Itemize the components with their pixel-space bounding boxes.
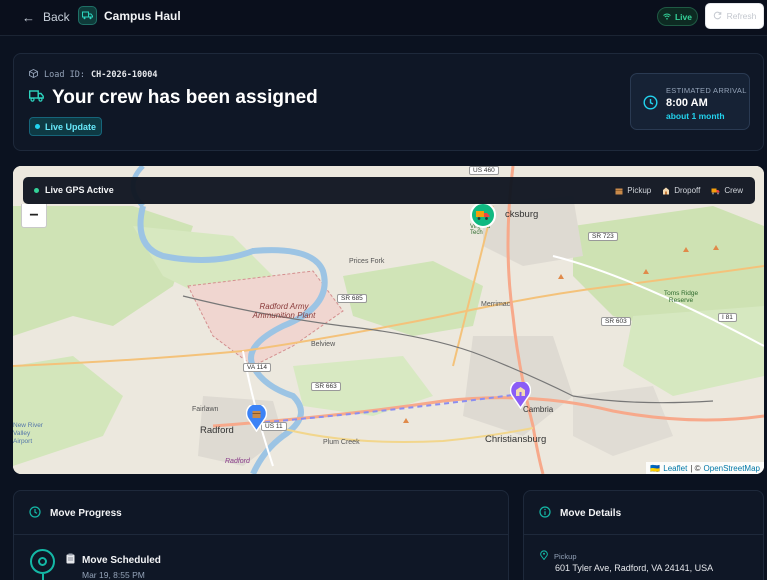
package-icon [245,402,268,433]
legend-item-pickup: Pickup [615,186,651,195]
road-shield-us460: US 460 [469,166,499,175]
road-shield-sr723: SR 723 [588,232,618,241]
osm-link[interactable]: OpenStreetMap [704,464,760,473]
arrow-left-icon: ← [22,9,35,25]
building-icon [663,187,670,194]
live-label: Live [674,11,692,22]
map-label-radford-small: Radford [225,458,250,465]
brand: Campus Haul [78,6,181,25]
road-shield-sr603: SR 603 [601,317,631,326]
move-progress-header: Move Progress [29,506,122,521]
status-headline: Your crew has been assigned [28,87,318,109]
map-label-plum-creek: Plum Creek [323,439,360,446]
eta-relative: about 1 month [666,111,725,121]
status-dot-icon [34,124,40,129]
road-shield-va114: VA 114 [243,363,271,372]
truck-icon [470,202,496,228]
move-progress-card: Move Progress Move Scheduled Mar 19, 8:5… [13,490,509,580]
road-shield-i81: I 81 [718,313,737,322]
load-id: Load ID: CH-2026-10004 [29,68,158,81]
live-update-badge: Live Update [29,117,102,136]
map-label-army-plant: Radford Army Ammunition Plant [252,302,316,320]
map-label-prices-fork: Prices Fork [349,258,385,265]
leaflet-link[interactable]: Leaflet [663,464,687,473]
package-icon [29,68,38,81]
load-id-value: CH-2026-10004 [90,70,158,80]
crew-marker[interactable] [470,202,496,233]
map-label-merrimac: Merrimac [481,301,511,308]
gps-status-bar: Live GPS Active Pickup Dropoff Crew [23,177,755,204]
eta-box: ESTIMATED ARRIVAL 8:00 AM about 1 month [630,73,750,130]
ukraine-flag-icon: 🇺🇦 [650,463,661,473]
top-bar: ← Back Campus Haul Live Refresh [0,0,767,36]
package-icon [615,188,623,194]
back-label: Back [43,10,70,24]
status-card: Load ID: CH-2026-10004 Your crew has bee… [13,53,764,151]
step-status-icon [30,549,55,574]
gps-status-label: Live GPS Active [45,185,114,195]
legend-label-crew: Crew [724,186,743,195]
divider [524,534,763,535]
back-button[interactable]: ← Back [22,8,70,26]
map-legend: Pickup Dropoff Crew [615,186,743,195]
clock-icon [29,506,41,521]
gps-dot-icon [34,187,39,193]
map-pin-icon [540,550,548,562]
step-title-text: Move Scheduled [82,554,161,566]
zoom-out-button[interactable]: − [21,204,47,228]
timeline-step: Move Scheduled [66,553,161,567]
attribution-separator: | © [690,463,701,473]
eta-time: 8:00 AM [666,97,708,109]
move-details-title: Move Details [560,508,622,519]
eta-label: ESTIMATED ARRIVAL [666,86,747,95]
refresh-icon [713,11,722,22]
step-date: Mar 19, 8:55 PM [82,570,145,580]
load-id-label: Load ID: [44,70,85,80]
info-icon [539,506,551,521]
map-label-christiansburg: Christiansburg [485,434,547,445]
building-icon [509,379,532,410]
map-tiles [13,166,764,474]
map-attribution: 🇺🇦 Leaflet | © OpenStreetMap [646,462,764,474]
road-shield-sr663: SR 663 [311,382,341,391]
legend-label-dropoff: Dropoff [674,186,701,195]
pickup-label: Pickup [540,550,577,562]
map-label-radford: Radford [200,425,234,436]
truck-icon [28,89,44,107]
app-title: Campus Haul [104,8,181,23]
dropoff-marker[interactable] [509,379,532,414]
legend-label-pickup: Pickup [627,186,652,195]
refresh-label: Refresh [726,11,757,21]
map-label-fairlawn: Fairlawn [192,406,219,413]
clipboard-icon [66,553,75,567]
move-details-card: Move Details Pickup 601 Tyler Ave, Radfo… [523,490,764,580]
legend-item-crew: Crew [711,186,743,195]
truck-icon [78,6,97,25]
map-label-park: Toms Ridge Reserve [663,290,699,304]
move-details-header: Move Details [539,506,621,521]
live-update-label: Live Update [44,121,96,132]
road-shield-sr685: SR 685 [337,294,367,303]
tracking-map[interactable]: Radford Radford Christiansburg Cambria c… [13,166,764,474]
clock-icon [643,95,658,115]
divider [14,534,508,535]
pickup-marker[interactable] [245,402,268,437]
timeline-connector [42,574,44,580]
legend-item-dropoff: Dropoff [662,186,700,195]
gps-status: Live GPS Active [34,185,114,195]
refresh-button[interactable]: Refresh [705,3,764,29]
move-progress-title: Move Progress [50,508,122,519]
pickup-label-text: Pickup [554,551,577,561]
truck-icon [711,188,720,194]
live-indicator: Live [657,7,698,26]
map-label-belview: Belview [311,341,336,348]
pickup-address: 601 Tyler Ave, Radford, VA 24141, USA [555,563,714,573]
map-label-blacksburg: cksburg [505,209,539,220]
map-label-airport: New River Valley Airport [13,422,43,445]
wifi-icon [663,12,671,22]
headline-text: Your crew has been assigned [52,87,318,108]
